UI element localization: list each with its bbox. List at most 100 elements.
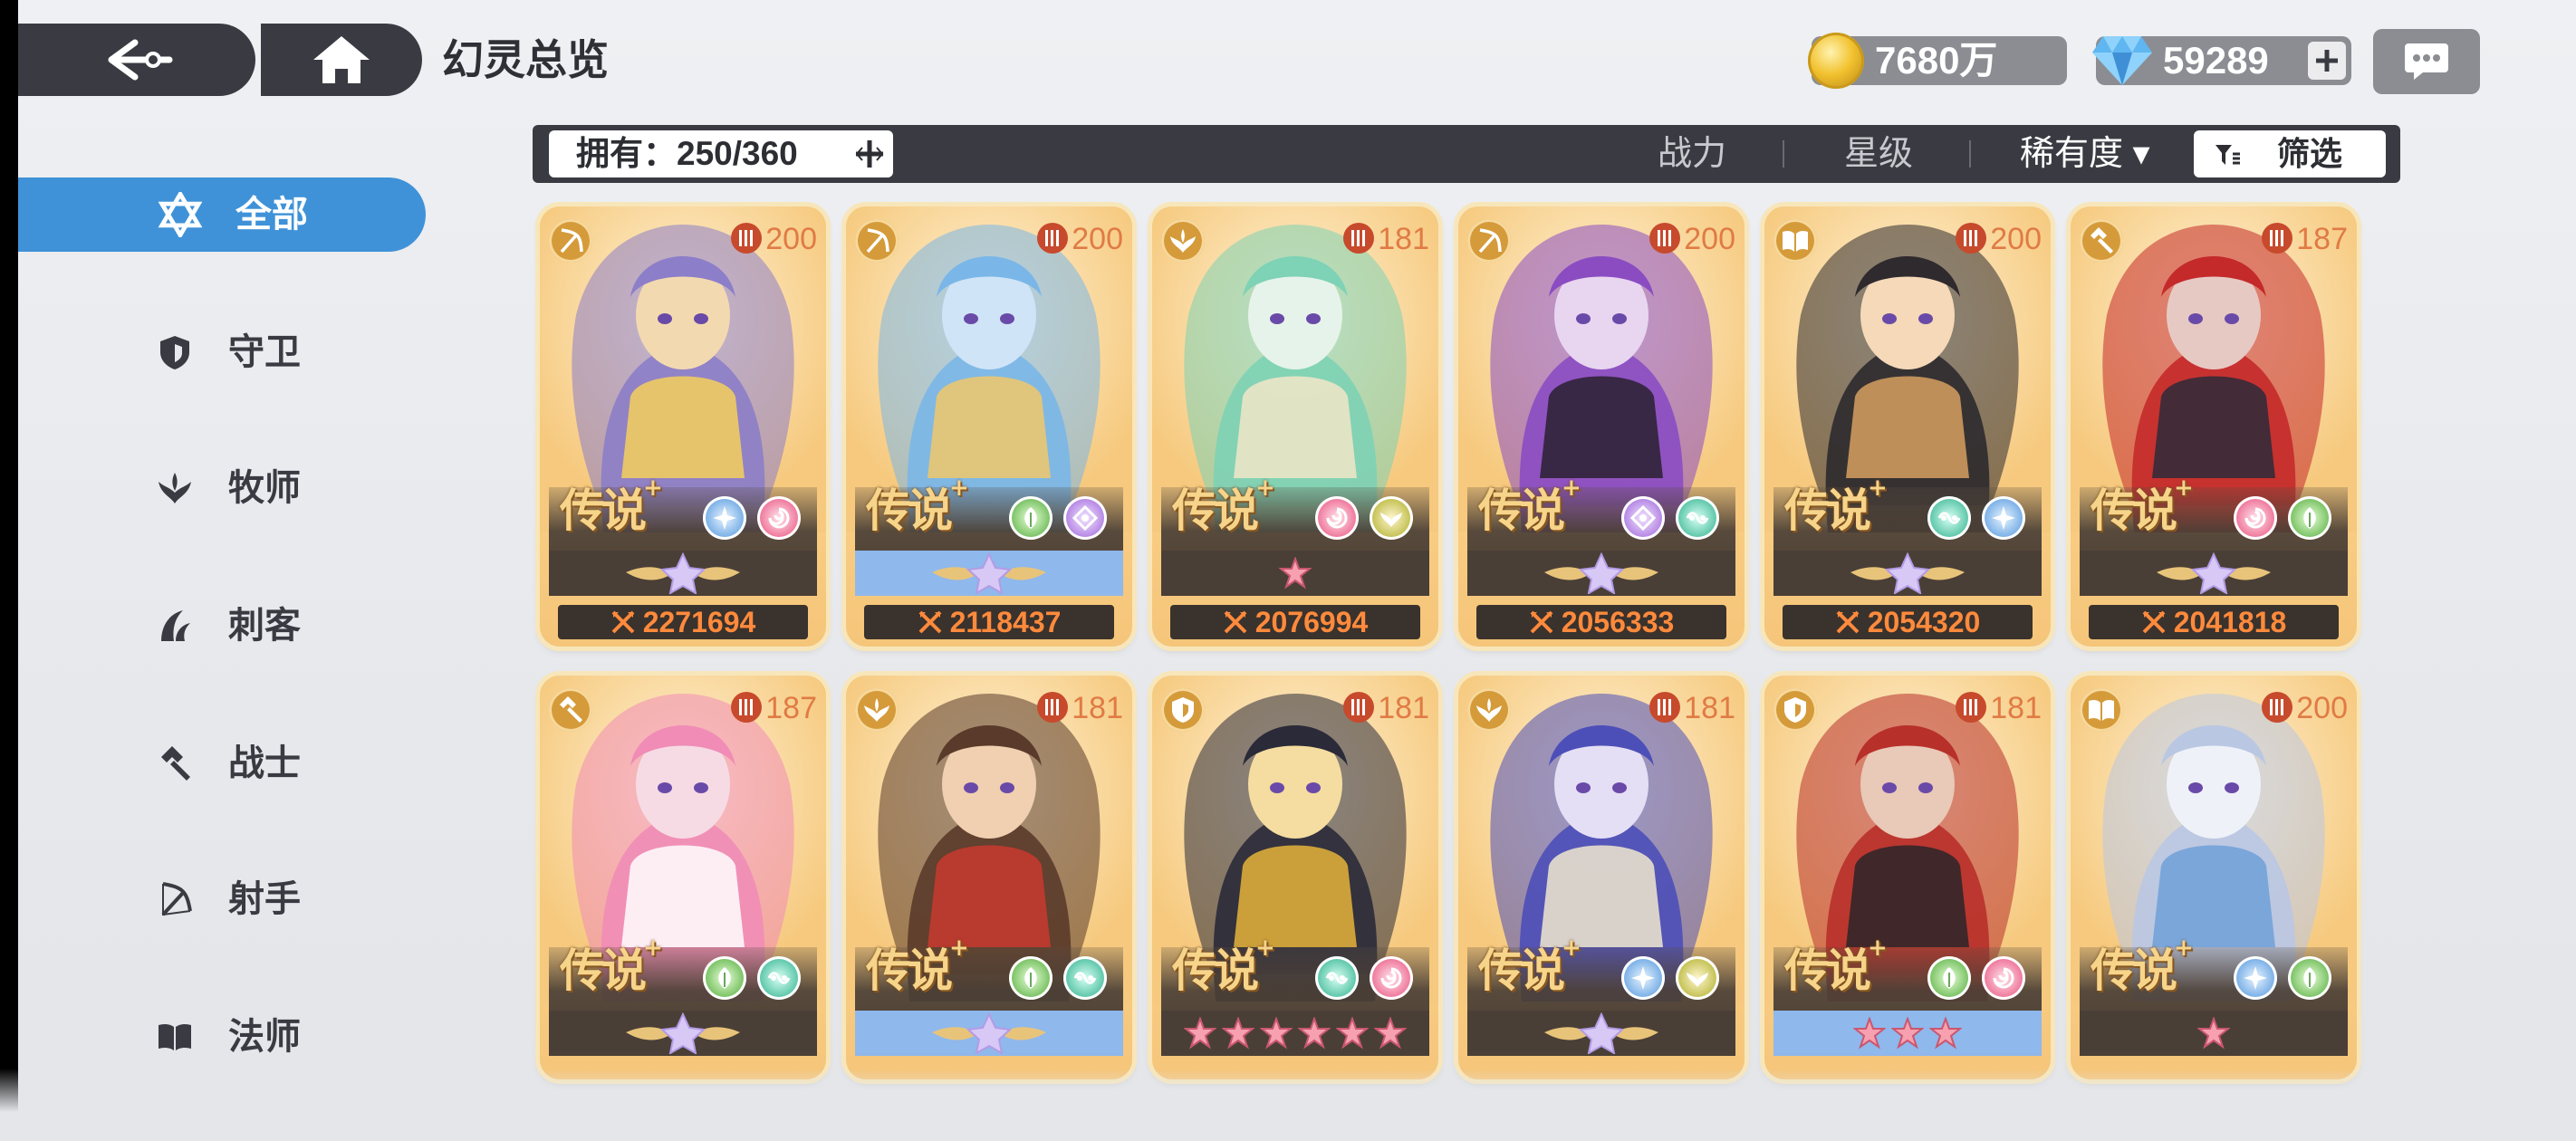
crossed-swords-icon: [2142, 610, 2166, 634]
filter-icon: [2216, 145, 2240, 165]
level-indicator: 181: [1956, 688, 2042, 728]
home-button[interactable]: [261, 24, 422, 96]
combat-power-value: 2076994: [1254, 605, 1369, 638]
sidebar-item-label: 全部: [235, 195, 308, 235]
pink-star-icon: [1891, 1017, 1924, 1050]
element-icon: [703, 496, 746, 540]
sidebar-item-archer[interactable]: 射手: [18, 862, 426, 936]
page-title: 幻灵总览: [442, 36, 609, 83]
element-icon: [703, 956, 746, 1000]
class-icon: [2080, 219, 2123, 263]
rarity-label: 传说+: [1478, 475, 1581, 537]
level-value: 181: [1990, 691, 2042, 725]
hero-card[interactable]: 200 传说+ 2118437: [846, 206, 1132, 647]
level-bars-icon: [1037, 692, 1069, 724]
level-indicator: 181: [1343, 219, 1429, 259]
rarity-label: 传说+: [866, 935, 969, 997]
hero-card[interactable]: 187 传说+: [540, 676, 826, 1079]
hero-card[interactable]: 200 传说+ 2054320: [1764, 206, 2051, 647]
hero-card[interactable]: 181 传说+: [1458, 676, 1745, 1079]
hero-card[interactable]: 181 传说+: [1152, 676, 1438, 1079]
element-icon: [1009, 496, 1053, 540]
level-indicator: 200: [1649, 219, 1735, 259]
rarity-label: 传说+: [1172, 935, 1275, 997]
class-icon: [1773, 219, 1817, 263]
divider: [1969, 140, 1971, 168]
element-icon: [1370, 496, 1413, 540]
sidebar-item-warrior[interactable]: 战士: [18, 726, 426, 801]
chat-button[interactable]: [2373, 29, 2480, 94]
shield-icon: [160, 336, 189, 369]
hero-card[interactable]: 181 传说+: [1764, 676, 2051, 1079]
star-crest-icon: [626, 552, 740, 594]
crossed-swords-icon: [918, 610, 942, 634]
star-crest-icon: [1544, 552, 1658, 594]
plus-icon: [2316, 50, 2338, 72]
sort-star[interactable]: 星级: [1844, 125, 1913, 183]
owned-count-box[interactable]: 拥有：250/360: [549, 130, 893, 177]
class-icon: [1161, 219, 1205, 263]
star-rank: [1467, 1011, 1735, 1056]
diamond-icon: [2092, 36, 2152, 85]
level-value: 200: [765, 222, 817, 256]
star-rank: [855, 1011, 1123, 1056]
expand-plus-icon[interactable]: [853, 138, 886, 170]
sort-rarity[interactable]: 稀有度 ▾: [2020, 125, 2150, 183]
star-crest-icon: [932, 1012, 1046, 1054]
pink-star-icon: [1374, 1017, 1407, 1050]
combat-power: 2271694: [558, 605, 808, 639]
sidebar-item-label: 牧师: [228, 468, 301, 508]
sidebar-item-assassin[interactable]: 刺客: [18, 589, 426, 663]
sidebar-item-mage[interactable]: 法师: [18, 1000, 426, 1074]
level-indicator: 200: [2262, 688, 2348, 728]
rarity-label: 传说+: [866, 475, 969, 537]
level-bars-icon: [1343, 692, 1375, 724]
level-indicator: 187: [2262, 219, 2348, 259]
level-bars-icon: [731, 223, 763, 254]
level-value: 181: [1684, 691, 1735, 725]
sidebar-item-priest[interactable]: 牧师: [18, 451, 426, 525]
element-icon: [757, 496, 801, 540]
class-icon: [1161, 688, 1205, 732]
rarity-label: 传说+: [1478, 935, 1581, 997]
sidebar-item-label: 守卫: [228, 332, 301, 372]
star-rank: [2080, 551, 2348, 596]
level-value: 200: [2296, 691, 2348, 725]
hero-card[interactable]: 181 传说+ 2076994: [1152, 206, 1438, 647]
hero-card[interactable]: 187 传说+ 2041818: [2071, 206, 2357, 647]
class-icon: [855, 688, 899, 732]
add-gems-button[interactable]: [2308, 42, 2346, 80]
level-indicator: 181: [1343, 688, 1429, 728]
hero-card[interactable]: 200 传说+ 2056333: [1458, 206, 1745, 647]
back-button[interactable]: [18, 24, 255, 96]
star-crest-icon: [1850, 552, 1965, 594]
sidebar-item-label: 刺客: [228, 606, 301, 646]
filter-button[interactable]: 筛选: [2194, 130, 2386, 177]
back-arrow-icon: [108, 39, 173, 81]
star-rank: [1467, 551, 1735, 596]
sort-power[interactable]: 战力: [1658, 125, 1726, 183]
element-icon: [1063, 496, 1107, 540]
level-bars-icon: [1037, 223, 1069, 254]
hero-card[interactable]: 181 传说+: [846, 676, 1132, 1079]
level-bars-icon: [2262, 692, 2293, 724]
book-icon: [159, 1023, 191, 1050]
pink-star-icon: [1222, 1017, 1254, 1050]
rarity-label: 传说+: [560, 475, 663, 537]
hero-card[interactable]: 200 传说+ 2271694: [540, 206, 826, 647]
left-edge: [0, 0, 18, 1141]
element-icon: [2234, 956, 2277, 1000]
hero-card[interactable]: 200 传说+: [2071, 676, 2357, 1079]
gold-value: 7680万: [1875, 39, 1998, 82]
bow-icon: [161, 882, 192, 916]
level-bars-icon: [1649, 692, 1681, 724]
crossed-swords-icon: [1224, 610, 1247, 634]
crossed-swords-icon: [611, 610, 635, 634]
element-icon: [2234, 496, 2277, 540]
level-value: 200: [1072, 222, 1123, 256]
rarity-label: 传说+: [2091, 935, 2194, 997]
star-of-david-icon: [158, 192, 203, 237]
sidebar-item-all[interactable]: 全部: [18, 177, 426, 252]
level-bars-icon: [1956, 223, 1987, 254]
sidebar-item-guard[interactable]: 守卫: [18, 315, 426, 389]
